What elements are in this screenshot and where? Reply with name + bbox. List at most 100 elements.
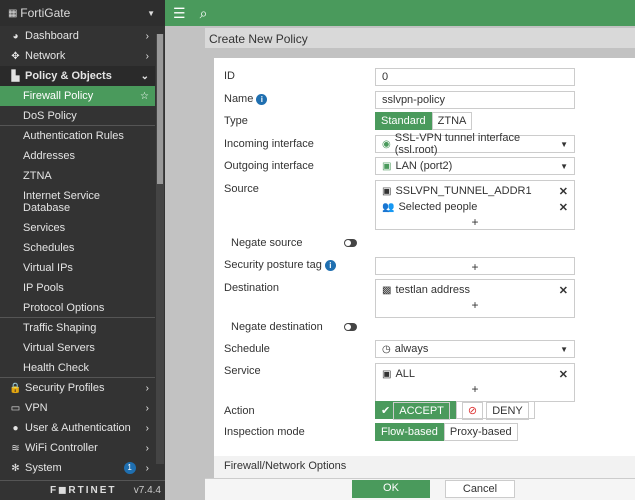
remove-icon[interactable]: ✕ [559,185,568,198]
search-icon[interactable]: ⌕ [200,5,208,22]
sidebar-item-system[interactable]: ✻ System 1 › [0,458,155,478]
sidebar-item-health-check[interactable]: Health Check [0,358,155,378]
source-field[interactable]: ▣ SSLVPN_TUNNEL_ADDR1 ✕ 👥 Selected people ✕ … [375,180,575,230]
ok-button[interactable]: OK [352,480,430,498]
posture-tag-field[interactable]: + [375,257,575,275]
service-field[interactable]: ▣ ALL ✕ + [375,363,575,402]
inspection-proxy[interactable]: Proxy-based [443,423,518,441]
device-selector[interactable]: ▦ FortiGate ▼ [0,0,165,26]
sidebar-item-label: Virtual IPs [23,262,73,274]
chevron-down-icon: ▼ [147,8,155,18]
sidebar-item-label: Traffic Shaping [23,322,97,334]
sidebar-item-label: Health Check [23,361,90,374]
type-standard[interactable]: Standard [375,112,432,130]
sidebar-item-network[interactable]: ✥ Network › [0,46,155,66]
service-icon: ▣ [382,368,392,380]
address-group-icon: ▣ [382,185,392,197]
name-input[interactable]: sslvpn-policy [375,91,575,109]
outgoing-interface-select[interactable]: ▣ LAN (port2) ▼ [375,157,575,175]
sidebar-item-firewall-policy[interactable]: Firewall Policy ☆ [0,86,155,106]
remove-icon[interactable]: ✕ [559,368,568,381]
sidebar-item-policy-objects[interactable]: ▙ Policy & Objects ⌄ [0,66,155,86]
action-toggle: ✔ ACCEPT ⊘ DENY [375,401,535,420]
info-icon[interactable]: i [324,259,336,271]
inspection-toggle: Flow-based Proxy-based [375,423,518,441]
sidebar-item-authentication-rules[interactable]: Authentication Rules [0,126,155,146]
chevron-right-icon[interactable]: › [146,443,149,454]
sidebar-item-virtual-servers[interactable]: Virtual Servers [0,338,155,358]
sidebar-item-label: Protocol Options [23,301,105,314]
label-name: Name i [224,93,268,105]
sidebar-item-label: DoS Policy [23,109,77,122]
label-schedule: Schedule [224,343,270,355]
dropdown-arrow-icon: ▼ [560,161,568,171]
label-destination: Destination [224,282,280,294]
chevron-right-icon[interactable]: › [146,423,149,434]
section-firewall-options[interactable]: Firewall/Network Options [214,456,635,478]
sidebar-item-schedules[interactable]: Schedules [0,238,155,258]
sidebar-item-internet-service-database[interactable]: Internet Service Database [0,186,155,218]
label-posture: Security posture tag i [224,259,336,271]
sidebar-item-vpn[interactable]: ▭ VPN › [0,398,155,418]
destination-item: testlan address [395,284,471,296]
sidebar-item-label: Schedules [23,242,75,254]
chevron-right-icon[interactable]: › [146,383,149,394]
chevron-right-icon[interactable]: › [146,31,149,42]
sidebar-item-security-profiles[interactable]: 🔒 Security Profiles › [0,378,155,398]
modal-title: Create New Policy [205,28,635,48]
sidebar-item-wifi-controller[interactable]: ≋ WiFi Controller › [0,438,155,458]
sidebar-item-protocol-options[interactable]: Protocol Options [0,298,155,318]
policy-icon: ▙ [11,70,20,82]
version: v7.4.4 [133,485,161,496]
info-icon[interactable]: i [256,93,268,105]
negate-destination-toggle[interactable] [344,323,357,331]
sidebar-item-label: Policy & Objects [25,70,112,82]
destination-field[interactable]: ▩ testlan address ✕ + [375,279,575,318]
sidebar-item-label: Addresses [23,150,75,162]
action-deny[interactable]: ⊘ DENY [455,401,535,420]
schedule-icon: ◷ [382,343,391,355]
add-posture-icon[interactable]: + [382,260,568,274]
sidebar-item-dashboard[interactable]: ◕ Dashboard › [0,26,155,46]
chevron-right-icon[interactable]: › [146,403,149,414]
dropdown-arrow-icon: ▼ [560,344,568,354]
remove-icon[interactable]: ✕ [559,284,568,297]
cancel-button[interactable]: Cancel [445,480,515,498]
remove-icon[interactable]: ✕ [559,201,568,214]
action-accept[interactable]: ✔ ACCEPT [375,401,456,420]
inspection-flow[interactable]: Flow-based [375,423,444,441]
sidebar-item-services[interactable]: Services [0,218,155,238]
star-icon[interactable]: ☆ [140,91,149,102]
sidebar-item-label: Security Profiles [25,382,105,394]
sidebar-item-label: IP Pools [23,282,64,294]
incoming-value: SSL-VPN tunnel interface (ssl.root) [394,132,521,156]
negate-source-toggle[interactable] [344,239,357,247]
sidebar-scrollbar[interactable] [156,34,164,464]
nav-menu: ◕ Dashboard › ✥ Network › ▙ Policy & Objects ⌄ Fi… [0,26,155,478]
laptop-icon: ▭ [10,402,21,414]
sidebar-item-virtual-ips[interactable]: Virtual IPs [0,258,155,278]
sidebar-item-user-authentication[interactable]: ● User & Authentication › [0,418,155,438]
sidebar-item-ip-pools[interactable]: IP Pools [0,278,155,298]
id-value: 0 [382,71,389,83]
type-ztna[interactable]: ZTNA [431,112,473,130]
sidebar-item-addresses[interactable]: Addresses [0,146,155,166]
chevron-right-icon[interactable]: › [146,463,149,474]
schedule-select[interactable]: ◷ always ▼ [375,340,575,358]
label-type: Type [224,115,248,127]
sidebar-item-traffic-shaping[interactable]: Traffic Shaping [0,318,155,338]
incoming-interface-select[interactable]: ◉ SSL-VPN tunnel interface (ssl.root) ▼ [375,132,575,156]
add-service-icon[interactable]: + [382,382,568,396]
sidebar-item-dos-policy[interactable]: DoS Policy [0,106,155,126]
service-item: ALL [395,368,416,380]
sidebar-item-ztna[interactable]: ZTNA [0,166,155,186]
id-field[interactable]: 0 [375,68,575,86]
label-action: Action [224,405,255,417]
outgoing-value: LAN (port2) [395,160,453,172]
chevron-down-icon[interactable]: ⌄ [141,71,149,82]
add-source-icon[interactable]: + [382,215,568,229]
menu-icon[interactable]: ☰ [173,5,186,22]
sidebar-item-label: Services [23,222,66,234]
add-destination-icon[interactable]: + [382,298,568,312]
chevron-right-icon[interactable]: › [146,51,149,62]
